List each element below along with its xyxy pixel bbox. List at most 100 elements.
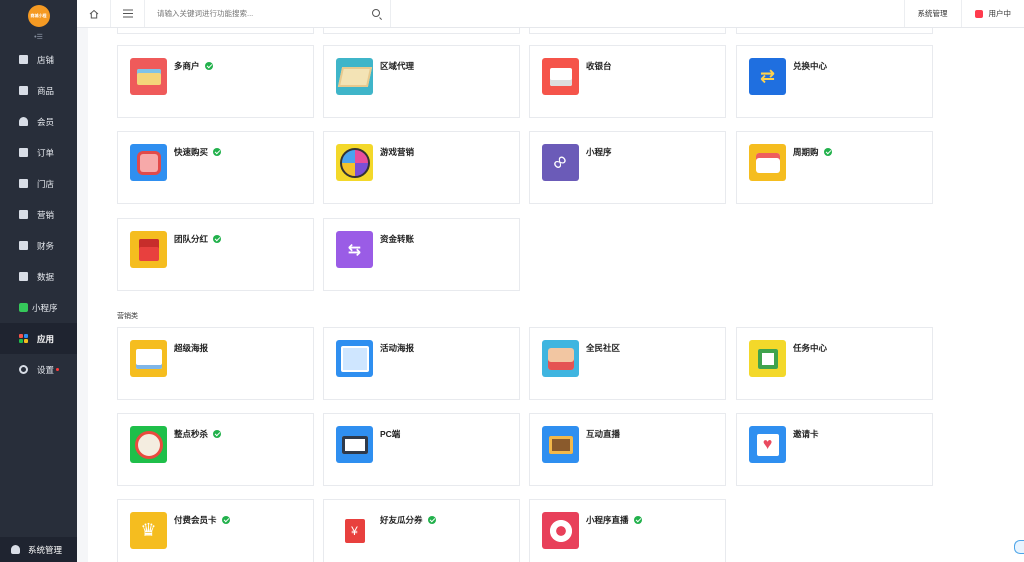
sidebar-item-label: 店铺	[37, 54, 55, 65]
task-icon	[749, 340, 786, 377]
exchange-icon	[749, 58, 786, 95]
app-card-periodic-purchase[interactable]: 周期购	[736, 131, 933, 204]
app-card-multi-merchant[interactable]: 多商户	[117, 45, 314, 118]
invite-card-icon	[749, 426, 786, 463]
order-icon	[19, 148, 28, 157]
app-title: 活动海报	[380, 343, 415, 353]
sidebar: 商城小程 •☰ 店铺 商品 会员 订单 门店 营销 财务 数据 小程序 应用 设…	[0, 0, 77, 562]
sidebar-item-label: 数据	[37, 271, 55, 282]
search-input[interactable]	[157, 9, 357, 18]
app-card-pc[interactable]: PC端	[323, 413, 520, 486]
card-partial	[117, 28, 314, 34]
sidebar-item-products[interactable]: 商品	[0, 75, 77, 106]
hamburger-icon	[122, 9, 133, 18]
app-card-mini-program[interactable]: 小程序	[529, 131, 726, 204]
notification-dot	[56, 368, 60, 371]
sidebar-item-stores[interactable]: 门店	[0, 168, 77, 199]
app-title: 全民社区	[586, 343, 621, 353]
tv-icon	[542, 426, 579, 463]
app-title: 任务中心	[793, 343, 828, 353]
vip-crown-icon	[130, 512, 167, 549]
gear-icon	[19, 365, 28, 374]
app-card-team-dividend[interactable]: 团队分红	[117, 218, 314, 291]
check-badge-icon	[823, 148, 832, 156]
gift-icon	[19, 210, 28, 219]
user-center-link[interactable]: 用户中	[960, 0, 1024, 27]
user-center-label: 用户中	[988, 9, 1012, 18]
user-center-icon	[974, 9, 983, 18]
system-management-link-label: 系统管理	[917, 9, 948, 18]
mini-program-icon	[19, 303, 28, 312]
card-partial	[736, 28, 933, 34]
floating-help-widget[interactable]	[1014, 540, 1024, 554]
app-title: 好友瓜分券	[380, 515, 423, 525]
app-card-paid-member-card[interactable]: 付费会员卡	[117, 499, 314, 562]
app-card-fund-transfer[interactable]: 资金转账	[323, 218, 520, 291]
mini-program-icon	[542, 144, 579, 181]
sidebar-item-finance[interactable]: 财务	[0, 230, 77, 261]
sidebar-item-members[interactable]: 会员	[0, 106, 77, 137]
app-card-super-poster[interactable]: 超级海报	[117, 327, 314, 400]
app-title: 兑换中心	[793, 61, 828, 71]
sidebar-item-label: 商品	[37, 85, 55, 96]
sidebar-item-store[interactable]: 店铺	[0, 44, 77, 75]
home-button[interactable]	[77, 0, 111, 27]
sidebar-item-apps[interactable]: 应用	[0, 323, 77, 354]
check-badge-icon	[427, 516, 436, 524]
app-title: 互动直播	[586, 429, 621, 439]
menu-toggle-button[interactable]	[111, 0, 145, 27]
sidebar-item-marketing[interactable]: 营销	[0, 199, 77, 230]
card-partial	[529, 28, 726, 34]
check-badge-icon	[221, 516, 230, 524]
app-card-mini-program-live[interactable]: 小程序直播	[529, 499, 726, 562]
app-title: 周期购	[793, 147, 819, 157]
app-card-game-marketing[interactable]: 游戏营销	[323, 131, 520, 204]
app-card-flash-sale[interactable]: 整点秒杀	[117, 413, 314, 486]
transfer-icon	[336, 231, 373, 268]
app-card-community[interactable]: 全民社区	[529, 327, 726, 400]
app-card-activity-poster[interactable]: 活动海报	[323, 327, 520, 400]
sidebar-item-label: 财务	[37, 240, 55, 251]
logo[interactable]: 商城小程	[27, 4, 50, 27]
app-center-content: 多商户 区域代理 收银台 兑换中心 快速购买 游戏营销 小程序 周期购 团队分红…	[88, 28, 1024, 562]
admin-user-icon	[11, 545, 20, 554]
sidebar-item-orders[interactable]: 订单	[0, 137, 77, 168]
app-title: 资金转账	[380, 234, 415, 244]
calendar-icon	[749, 144, 786, 181]
sidebar-item-settings[interactable]: 设置	[0, 354, 77, 385]
sidebar-item-label: 设置	[37, 364, 55, 375]
app-card-task-center[interactable]: 任务中心	[736, 327, 933, 400]
check-badge-icon	[633, 516, 642, 524]
pc-icon	[336, 426, 373, 463]
app-card-friend-coupon[interactable]: 好友瓜分券	[323, 499, 520, 562]
wheel-icon	[336, 144, 373, 181]
sidebar-item-mini-program[interactable]: 小程序	[0, 292, 77, 323]
system-management-label: 系统管理	[28, 544, 63, 555]
sidebar-item-data[interactable]: 数据	[0, 261, 77, 292]
search-icon[interactable]	[372, 9, 380, 17]
collapse-toggle[interactable]: •☰	[0, 31, 77, 44]
app-title: PC端	[380, 429, 401, 439]
money-bag-icon	[19, 241, 28, 250]
activity-poster-icon	[336, 340, 373, 377]
app-title: 付费会员卡	[174, 515, 217, 525]
system-management-button[interactable]: 系统管理	[0, 537, 77, 562]
app-title: 收银台	[586, 61, 612, 71]
app-card-cashier[interactable]: 收银台	[529, 45, 726, 118]
cash-register-icon	[542, 58, 579, 95]
home-icon	[89, 9, 98, 18]
logo-area: 商城小程	[0, 0, 77, 31]
apps-grid-icon	[19, 334, 28, 343]
app-card-quick-buy[interactable]: 快速购买	[117, 131, 314, 204]
red-envelope-icon	[130, 231, 167, 268]
app-card-exchange-center[interactable]: 兑换中心	[736, 45, 933, 118]
app-title: 超级海报	[174, 343, 209, 353]
app-title: 团队分红	[174, 234, 209, 244]
app-card-invite-card[interactable]: 邀请卡	[736, 413, 933, 486]
app-title: 多商户	[174, 61, 200, 71]
app-title: 邀请卡	[793, 429, 819, 439]
map-icon	[336, 58, 373, 95]
system-management-link[interactable]: 系统管理	[903, 0, 961, 27]
app-card-regional-agent[interactable]: 区域代理	[323, 45, 520, 118]
app-card-interactive-live[interactable]: 互动直播	[529, 413, 726, 486]
